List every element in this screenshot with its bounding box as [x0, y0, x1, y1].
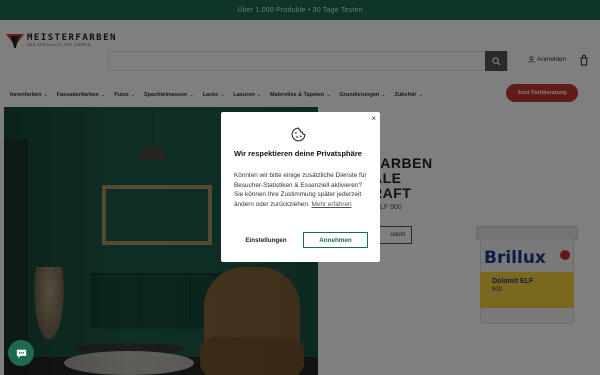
modal-text: Könnten wir bitte einige zusätzliche Die… [234, 171, 372, 209]
close-icon[interactable]: × [371, 115, 376, 123]
chat-icon [16, 349, 26, 358]
cookie-consent-modal: × Wir respektieren deine Privatsphäre Kö… [221, 112, 380, 262]
chat-button[interactable] [8, 340, 34, 366]
cookie-icon [291, 127, 306, 142]
learn-more-link[interactable]: Mehr erfahren [311, 201, 351, 208]
modal-title: Wir respektieren deine Privatsphäre [234, 149, 362, 158]
settings-button[interactable]: Einstellungen [234, 232, 298, 248]
accept-button[interactable]: Annehmen [303, 232, 368, 248]
